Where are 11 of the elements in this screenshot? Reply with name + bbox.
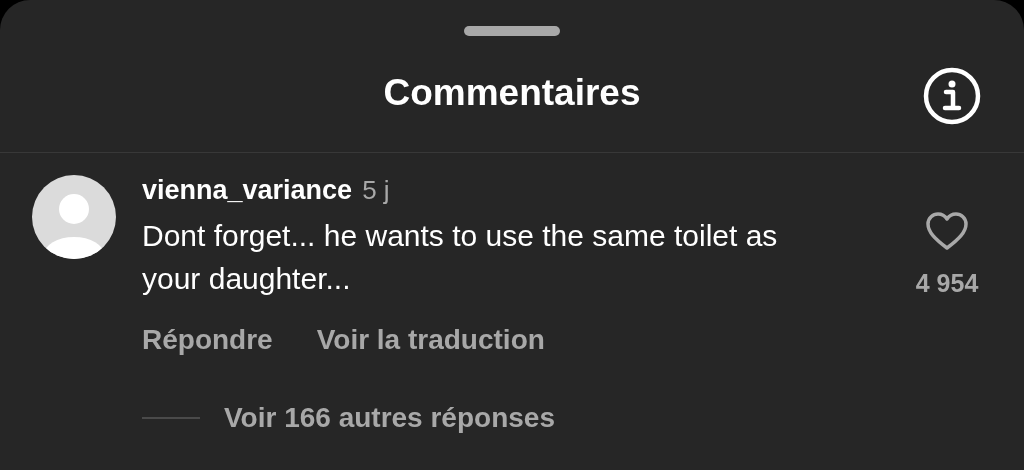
username[interactable]: vienna_variance (142, 175, 353, 206)
comment-text: Dont forget... he wants to use the same toilet as your daughter... (142, 218, 779, 297)
sheet-title: Commentaires (383, 72, 641, 114)
drag-handle[interactable] (464, 26, 560, 36)
like-count: 4 954 (915, 269, 979, 298)
info-icon[interactable] (922, 66, 982, 126)
comment-time: 5 j (362, 175, 390, 206)
heart-icon[interactable] (925, 211, 969, 251)
view-replies-link[interactable]: Voir 166 autres réponses (224, 402, 555, 434)
translation-link[interactable]: Voir la traduction (316, 324, 545, 356)
reply-link[interactable]: Répondre (142, 324, 273, 356)
